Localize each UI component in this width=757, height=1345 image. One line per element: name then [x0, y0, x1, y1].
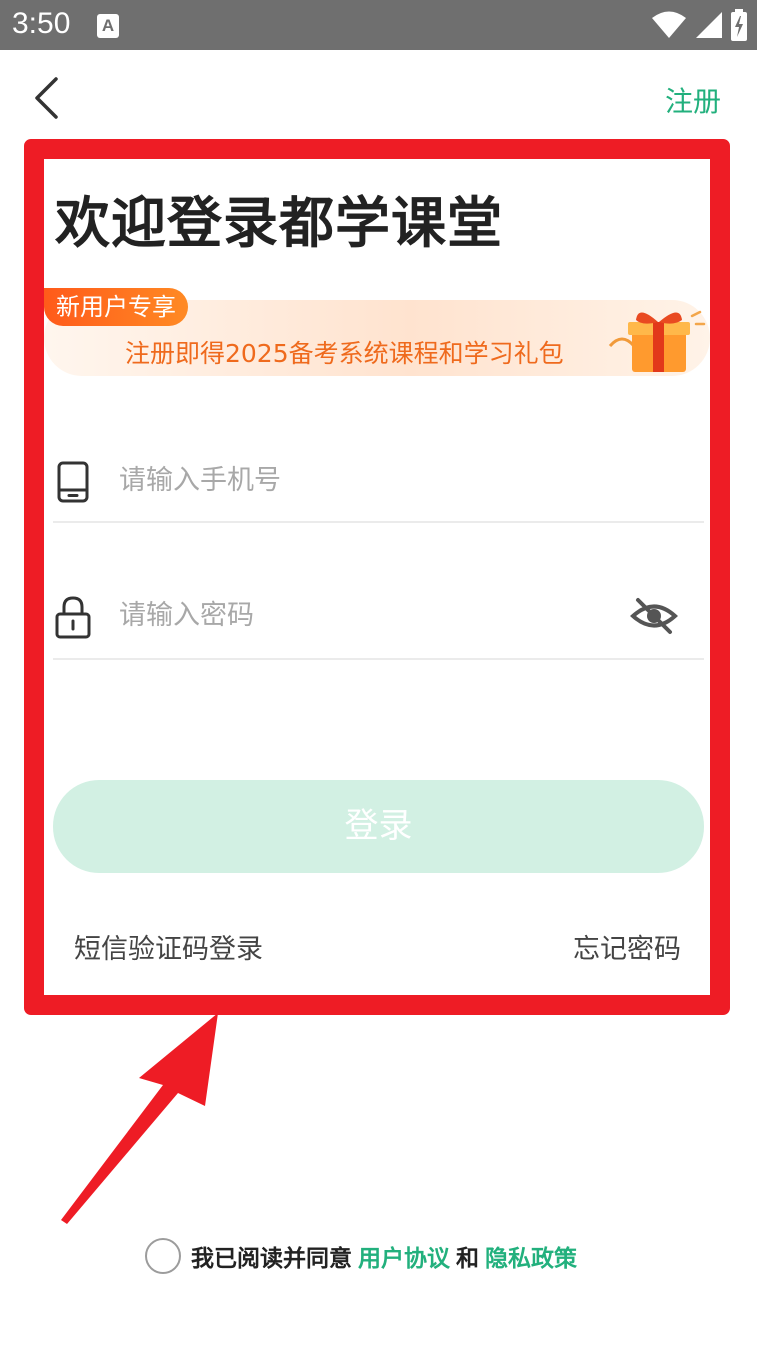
chevron-left-icon [35, 77, 58, 119]
annotation-arrow [61, 1013, 218, 1224]
signal-icon [696, 12, 722, 38]
privacy-policy-link[interactable]: 隐私政策 [485, 1239, 577, 1273]
agreement-and: 和 [456, 1246, 479, 1272]
forgot-password-link[interactable]: 忘记密码 [573, 927, 681, 966]
password-input[interactable] [119, 589, 619, 641]
status-time: 3:50 [12, 7, 71, 40]
agreement-row: 我已阅读并同意 用户协议 和 隐私政策 [145, 1236, 583, 1276]
password-field [53, 575, 704, 660]
status-bar: 3:50 A [0, 0, 757, 50]
eye-off-icon[interactable] [630, 595, 678, 637]
notification-icon: A [97, 14, 119, 38]
sms-login-link[interactable]: 短信验证码登录 [74, 927, 263, 966]
page-title: 欢迎登录都学课堂 [55, 191, 504, 255]
battery-charging-icon [731, 9, 747, 41]
phone-input[interactable] [119, 454, 619, 506]
promo-text: 注册即得2025备考系统课程和学习礼包 [125, 339, 564, 368]
phone-field [53, 440, 704, 523]
back-button[interactable] [24, 74, 68, 122]
status-icons [651, 8, 747, 42]
login-button[interactable]: 登录 [53, 780, 704, 873]
agreement-checkbox[interactable] [145, 1238, 181, 1274]
lock-icon [55, 596, 91, 639]
promo-badge: 新用户专享 [44, 288, 188, 326]
gift-box-icon [608, 310, 706, 372]
register-link[interactable]: 注册 [665, 80, 721, 120]
agreement-prefix: 我已阅读并同意 [191, 1246, 352, 1272]
phone-icon [57, 461, 89, 503]
top-nav-bar: 注册 [0, 50, 757, 142]
wifi-icon [652, 11, 686, 38]
user-agreement-link[interactable]: 用户协议 [358, 1239, 450, 1273]
